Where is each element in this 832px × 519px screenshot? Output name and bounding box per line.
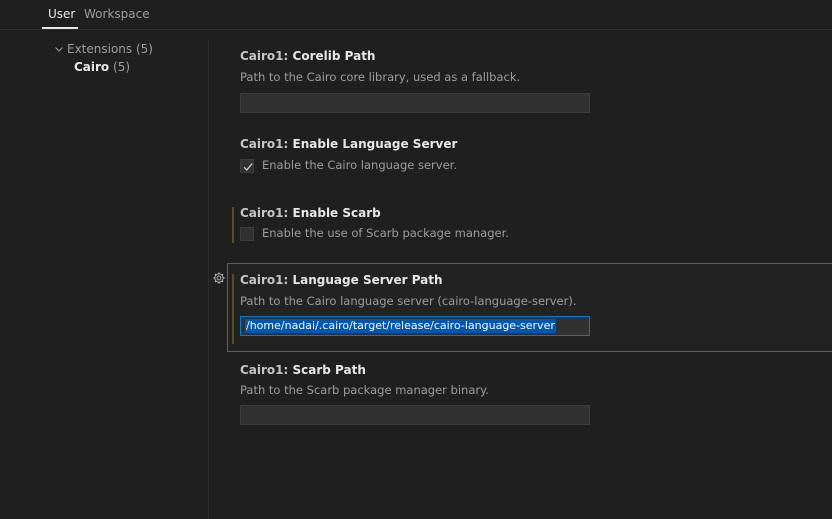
toc-cairo-count: (5): [113, 60, 131, 74]
active-tab-indicator: [42, 27, 78, 29]
setting-description: Path to the Cairo core library, used as …: [240, 70, 521, 84]
scarb-path-input[interactable]: [240, 405, 590, 425]
selected-input-value: /home/nadai/.cairo/target/release/cairo-…: [245, 319, 556, 333]
setting-title: Cairo1: Language Server Path: [240, 273, 443, 287]
checkmark-icon: [243, 163, 253, 171]
setting-title: Cairo1: Corelib Path: [240, 49, 376, 63]
modified-indicator: [232, 274, 234, 344]
toc-extensions-label: Extensions (5): [67, 42, 153, 56]
setting-description: Path to the Cairo language server (cairo…: [240, 294, 577, 308]
setting-title: Cairo1: Scarb Path: [240, 363, 366, 377]
checkbox-label: Enable the use of Scarb package manager.: [262, 226, 509, 240]
setting-title: Cairo1: Enable Language Server: [240, 137, 458, 151]
modified-indicator: [232, 207, 234, 243]
tab-workspace[interactable]: Workspace: [84, 7, 150, 21]
enable-scarb-checkbox[interactable]: [240, 227, 254, 241]
toc-divider: [208, 40, 209, 519]
checkbox-label: Enable the Cairo language server.: [262, 158, 457, 172]
settings-scope-tabs: User Workspace: [0, 0, 832, 30]
setting-language-server-path: Cairo1: Language Server Path Path to the…: [227, 263, 832, 352]
tab-user[interactable]: User: [48, 7, 75, 21]
setting-enable-language-server: Cairo1: Enable Language Server Enable th…: [227, 128, 832, 188]
setting-corelib-path: Cairo1: Corelib Path Path to the Cairo c…: [227, 40, 832, 120]
enable-language-server-checkbox[interactable]: [240, 159, 254, 173]
setting-scarb-path: Cairo1: Scarb Path Path to the Scarb pac…: [227, 352, 832, 432]
toc-cairo-label: Cairo: [74, 60, 110, 74]
toc-item-extensions[interactable]: Extensions (5): [53, 42, 153, 56]
language-server-path-input[interactable]: /home/nadai/.cairo/target/release/cairo-…: [240, 316, 590, 336]
gear-icon[interactable]: [212, 271, 226, 285]
setting-description: Path to the Scarb package manager binary…: [240, 383, 489, 397]
setting-enable-scarb: Cairo1: Enable Scarb Enable the use of S…: [227, 196, 832, 246]
setting-title: Cairo1: Enable Scarb: [240, 206, 381, 220]
toc-item-cairo[interactable]: Cairo (5): [74, 60, 130, 74]
chevron-down-icon: [55, 47, 63, 52]
corelib-path-input[interactable]: [240, 93, 590, 113]
